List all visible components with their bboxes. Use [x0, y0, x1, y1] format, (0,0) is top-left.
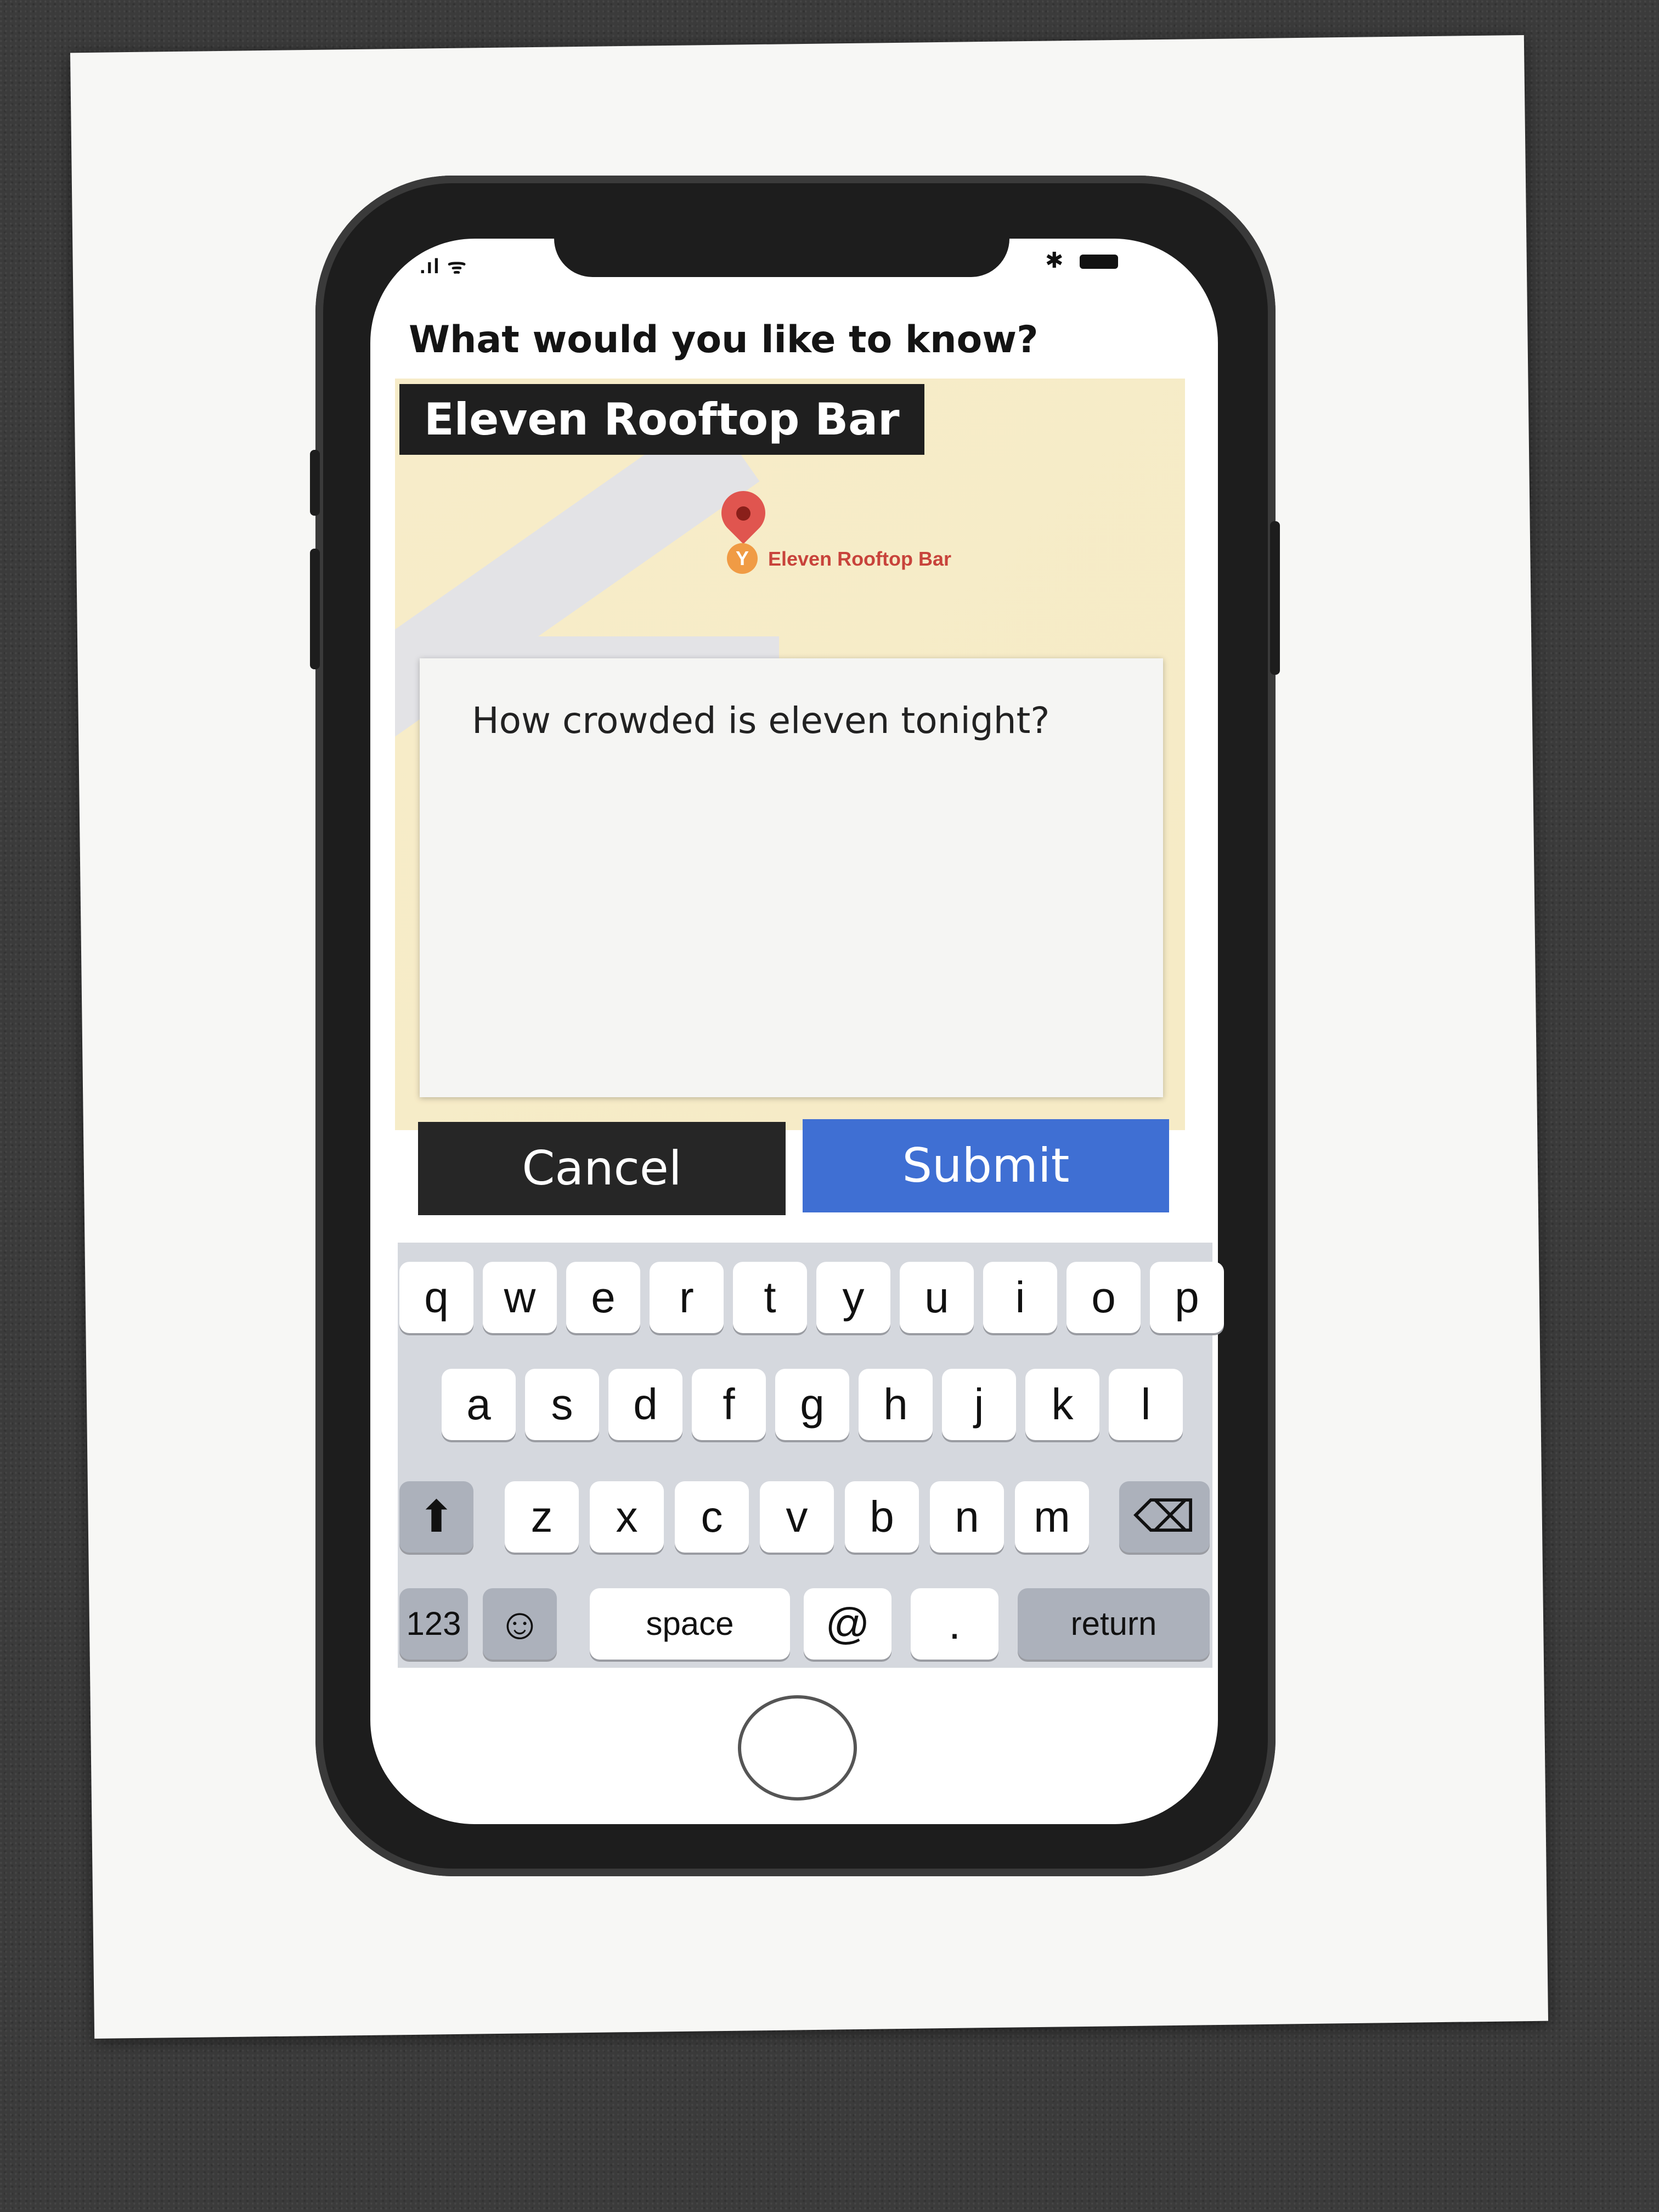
power-button	[1270, 521, 1280, 675]
key-p[interactable]: p	[1150, 1262, 1224, 1333]
emoji-key[interactable]: ☺	[483, 1588, 557, 1660]
key-u[interactable]: u	[900, 1262, 974, 1333]
numbers-key[interactable]: 123	[399, 1588, 468, 1660]
key-v[interactable]: v	[760, 1481, 834, 1553]
place-icon: Y	[727, 543, 758, 574]
key-o[interactable]: o	[1066, 1262, 1141, 1333]
key-i[interactable]: i	[983, 1262, 1057, 1333]
notch	[554, 230, 1009, 277]
map-pin-label[interactable]: Eleven Rooftop Bar	[768, 548, 951, 571]
key-j[interactable]: j	[942, 1369, 1016, 1440]
key-c[interactable]: c	[675, 1481, 749, 1553]
map-title: Eleven Rooftop Bar	[399, 384, 924, 455]
key-s[interactable]: s	[525, 1369, 599, 1440]
return-key[interactable]: return	[1018, 1588, 1210, 1660]
status-right: ✱	[1045, 248, 1118, 273]
signal-icon: .ıl	[420, 255, 441, 278]
key-t[interactable]: t	[733, 1262, 807, 1333]
key-n[interactable]: n	[930, 1481, 1004, 1553]
key-z[interactable]: z	[505, 1481, 579, 1553]
key-a[interactable]: a	[442, 1369, 516, 1440]
key-l[interactable]: l	[1109, 1369, 1183, 1440]
battery-icon	[1079, 255, 1118, 269]
key-e[interactable]: e	[566, 1262, 640, 1333]
key-f[interactable]: f	[692, 1369, 766, 1440]
space-key[interactable]: space	[590, 1588, 790, 1660]
page-title: What would you like to know?	[409, 318, 1039, 362]
delete-key[interactable]: ⌫	[1119, 1481, 1210, 1553]
pin-dot	[736, 506, 751, 521]
volume-button	[310, 549, 320, 669]
status-left: .ıl ᯤ	[420, 251, 467, 280]
key-w[interactable]: w	[483, 1262, 557, 1333]
period-key[interactable]: .	[911, 1588, 998, 1660]
query-text: How crowded is eleven tonight?	[472, 699, 1050, 742]
key-m[interactable]: m	[1015, 1481, 1089, 1553]
key-y[interactable]: y	[816, 1262, 890, 1333]
at-key[interactable]: @	[804, 1588, 891, 1660]
submit-button[interactable]: Submit	[803, 1119, 1169, 1212]
key-k[interactable]: k	[1025, 1369, 1099, 1440]
volume-button	[310, 450, 320, 516]
bluetooth-icon: ✱	[1045, 249, 1064, 273]
key-b[interactable]: b	[845, 1481, 919, 1553]
shift-key[interactable]: ⬆	[399, 1481, 473, 1553]
key-d[interactable]: d	[608, 1369, 682, 1440]
key-r[interactable]: r	[650, 1262, 724, 1333]
home-button[interactable]	[738, 1695, 857, 1801]
key-g[interactable]: g	[775, 1369, 849, 1440]
wifi-icon: ᯤ	[447, 255, 467, 278]
key-h[interactable]: h	[859, 1369, 933, 1440]
key-x[interactable]: x	[590, 1481, 664, 1553]
key-q[interactable]: q	[399, 1262, 473, 1333]
cancel-button[interactable]: Cancel	[418, 1122, 786, 1215]
